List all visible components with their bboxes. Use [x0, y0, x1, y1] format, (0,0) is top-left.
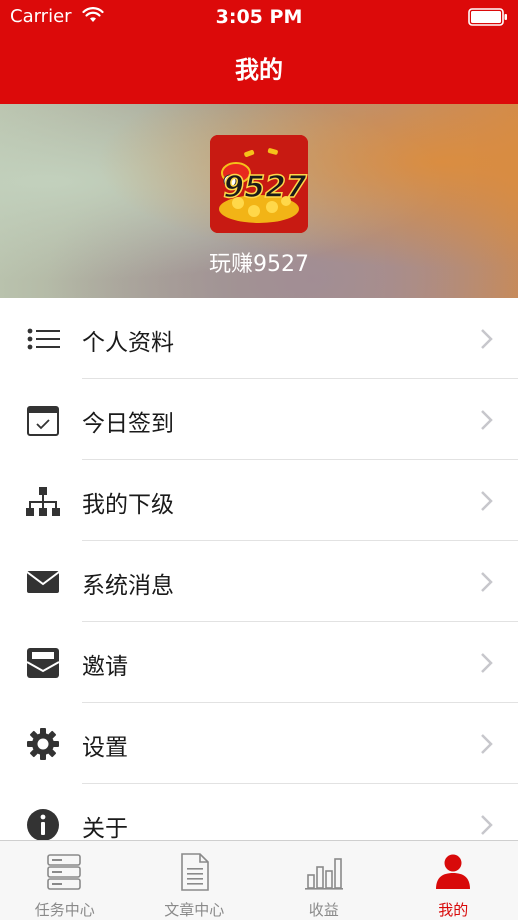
menu-item-label: 我的下级: [82, 492, 174, 518]
bar-chart-icon: [259, 853, 389, 891]
tab-task-center[interactable]: 任务中心: [0, 841, 130, 920]
tab-mine[interactable]: 我的: [389, 841, 518, 920]
page-title: 我的: [235, 56, 283, 84]
menu-item-invite[interactable]: 邀请: [0, 622, 518, 703]
tab-label: 我的: [438, 901, 469, 919]
tab-bar: 任务中心 文章中心 收益 我的: [0, 840, 518, 920]
menu-item-settings[interactable]: 设置: [0, 703, 518, 784]
chevron-right-icon: [480, 814, 494, 836]
chevron-right-icon: [480, 571, 494, 593]
status-time: 3:05 PM: [215, 6, 303, 28]
user-icon: [389, 853, 518, 891]
chevron-right-icon: [480, 490, 494, 512]
username: 玩赚9527: [209, 252, 309, 277]
chevron-right-icon: [480, 652, 494, 674]
document-icon: [130, 853, 260, 891]
gear-icon: [26, 727, 60, 761]
menu-item-label: 今日签到: [82, 411, 174, 437]
menu-item-subordinates[interactable]: 我的下级: [0, 460, 518, 541]
chevron-right-icon: [480, 328, 494, 350]
tab-label: 收益: [308, 901, 339, 919]
calendar-check-icon: [26, 403, 60, 437]
tab-label: 任务中心: [34, 901, 95, 919]
tab-article-center[interactable]: 文章中心: [130, 841, 260, 920]
profile-header: 9527 玩赚9527: [0, 104, 518, 298]
tab-label: 文章中心: [164, 901, 225, 919]
info-icon: [26, 808, 60, 842]
status-bar: Carrier 3:05 PM: [0, 0, 518, 34]
menu-item-label: 邀请: [82, 654, 128, 680]
svg-text:9527: 9527: [223, 170, 307, 205]
app-logo-icon: 9527: [210, 135, 308, 233]
list-icon: [26, 322, 60, 356]
server-icon: [0, 853, 130, 891]
chevron-right-icon: [480, 733, 494, 755]
org-tree-icon: [26, 484, 60, 518]
open-mail-icon: [26, 646, 60, 680]
menu-item-checkin[interactable]: 今日签到: [0, 379, 518, 460]
chevron-right-icon: [480, 409, 494, 431]
avatar[interactable]: 9527: [210, 135, 308, 233]
envelope-icon: [26, 565, 60, 599]
menu-item-label: 设置: [82, 735, 128, 761]
menu-item-profile[interactable]: 个人资料: [0, 298, 518, 379]
top-bar: Carrier 3:05 PM 我的: [0, 0, 518, 104]
menu-item-label: 关于: [82, 816, 128, 842]
menu-list: 个人资料 今日签到 我的下级 系统消息 邀请 设置 关于: [0, 298, 518, 865]
menu-item-label: 系统消息: [82, 573, 174, 599]
menu-item-messages[interactable]: 系统消息: [0, 541, 518, 622]
tab-earnings[interactable]: 收益: [259, 841, 389, 920]
menu-item-label: 个人资料: [82, 330, 174, 356]
battery-icon: [468, 8, 508, 31]
